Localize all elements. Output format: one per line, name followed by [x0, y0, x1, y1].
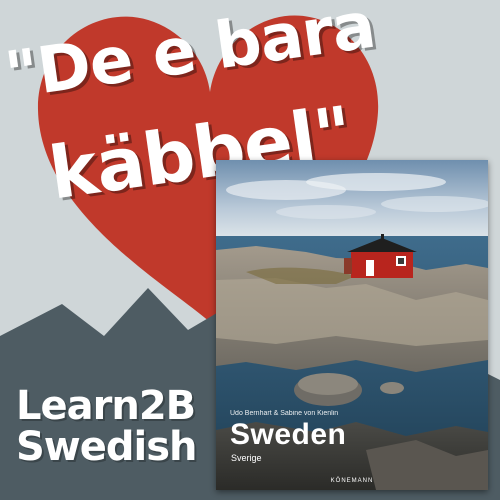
brand-line-2: Swedish: [16, 423, 198, 470]
book-authors: Udo Bernhart & Sabine von Kienlin: [230, 410, 339, 417]
book-subtitle: Sverige: [231, 453, 262, 463]
book-cover: Udo Bernhart & Sabine von Kienlin Sweden…: [216, 160, 488, 490]
brand-line-1: Learn2B: [16, 383, 196, 429]
brand-logo-text: Learn2B Swedish: [16, 383, 198, 470]
book-publisher: KÖNEMANN: [330, 478, 374, 484]
book-title: Sweden: [230, 418, 347, 451]
